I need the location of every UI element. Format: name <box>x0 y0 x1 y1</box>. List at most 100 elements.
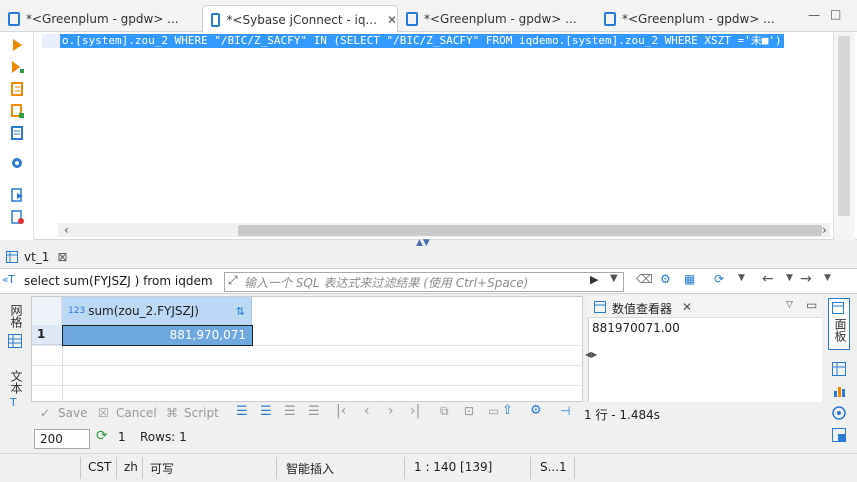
horizontal-scroll-thumb[interactable] <box>238 225 822 236</box>
back-dropdown-icon[interactable]: ▼ <box>786 273 793 283</box>
scroll-left-arrow-icon[interactable]: ‹ <box>64 223 69 237</box>
grid-panel-icon[interactable] <box>832 362 846 376</box>
locale-status: zh <box>124 460 138 474</box>
filter-refresh-icon[interactable]: ▦ <box>684 272 695 286</box>
table-cell[interactable]: 881,970,071 <box>62 325 253 346</box>
fetch-page-icon[interactable]: ⊡ <box>464 404 474 418</box>
results-tab[interactable]: vt_1 ⊠ <box>6 247 68 267</box>
editor-tab-sybase[interactable]: *<Sybase jConnect - iq... ✕ <box>202 5 398 33</box>
editor-tab-greenplum-3[interactable]: *<Greenplum - gpdw> ... <box>596 6 792 32</box>
cursor-position-status: 1 : 140 [139] <box>414 460 493 474</box>
explain-plan-icon[interactable] <box>10 126 24 140</box>
minimize-panel-icon[interactable]: ▭ <box>806 298 817 312</box>
maximize-button[interactable]: □ <box>830 7 841 21</box>
script-icon[interactable]: ⌘ <box>166 406 178 420</box>
settings-gear-icon[interactable] <box>832 406 846 420</box>
column-header[interactable]: 123 sum(zou_2.FYJSZJ) ⇅ <box>62 297 252 325</box>
grid-view-tab[interactable]: 网格 <box>8 304 23 328</box>
view-mode-tabs: 网格 文本 T <box>0 296 30 422</box>
editor-tab-greenplum-1[interactable]: *<Greenplum - gpdw> ... <box>0 6 200 32</box>
refresh-icon[interactable]: ⟳ <box>714 272 724 286</box>
sort-filter-icon[interactable]: ⇅ <box>236 305 245 318</box>
text-view-tab[interactable]: 文本 <box>8 370 23 394</box>
minimize-button[interactable]: — <box>808 8 820 22</box>
fetched-count: 1 <box>118 430 126 444</box>
filter-settings-icon[interactable]: ⚙ <box>660 272 671 286</box>
execute-statement-icon[interactable] <box>10 38 24 52</box>
settings-gear-icon[interactable] <box>10 156 24 170</box>
panel-icon <box>594 301 606 313</box>
script-button[interactable]: Script <box>184 406 219 420</box>
tab-label: *<Sybase jConnect - iq... <box>226 12 377 27</box>
grid-icon[interactable] <box>8 334 22 348</box>
expand-icon: ⤢ <box>228 273 238 287</box>
last-page-icon[interactable]: ›| <box>410 403 420 419</box>
scroll-right-arrow-icon[interactable]: › <box>822 223 827 237</box>
sql-editor[interactable]: o.[system].zou_2 WHERE "/BIC/Z_SACFY" IN… <box>0 32 857 240</box>
result-grid[interactable]: 123 sum(zou_2.FYJSZJ) ⇅ 1 881,970,071 <box>31 296 583 403</box>
panels-toggle-icon[interactable]: ⊣ <box>560 404 570 418</box>
value-viewer-title: 数值查看器 <box>612 302 673 316</box>
panel-icon <box>832 302 844 314</box>
selected-sql-text[interactable]: o.[system].zou_2 WHERE "/BIC/Z_SACFY" IN… <box>60 34 784 48</box>
results-tab-label: vt_1 <box>24 250 50 264</box>
sql-file-icon <box>8 12 20 26</box>
save-button[interactable]: Save <box>58 406 87 420</box>
tab-label: *<Greenplum - gpdw> ... <box>26 12 179 26</box>
panel-menu-icon[interactable]: ▽ <box>786 300 793 310</box>
row-number[interactable]: 1 <box>32 325 62 345</box>
edit-row-icon[interactable]: ☰ <box>236 404 248 419</box>
execute-in-new-tab-icon[interactable] <box>10 60 24 74</box>
close-icon[interactable]: ✕ <box>682 300 692 314</box>
sql-query-icon: «T <box>2 273 15 286</box>
tab-label: *<Greenplum - gpdw> ... <box>424 12 577 26</box>
filter-history-dropdown-icon[interactable]: ▼ <box>610 273 618 284</box>
fetch-all-icon[interactable]: ▭ <box>488 404 499 418</box>
copy-row-icon[interactable]: ☰ <box>284 404 296 419</box>
forward-dropdown-icon[interactable]: ▼ <box>824 273 831 283</box>
chart-panel-icon[interactable] <box>832 384 846 398</box>
first-page-icon[interactable]: |‹ <box>336 403 346 419</box>
value-viewer-header: 数值查看器 ✕ ▽ ▭ <box>588 296 822 318</box>
export-data-icon[interactable]: ⇧ <box>502 403 513 418</box>
editor-tab-greenplum-2[interactable]: *<Greenplum - gpdw> ... <box>398 6 594 32</box>
execute-script-new-tab-icon[interactable] <box>10 104 24 118</box>
refresh-icon[interactable]: ⟳ <box>96 428 108 444</box>
load-script-icon[interactable] <box>10 210 24 224</box>
clear-filter-icon[interactable]: ⌫ <box>636 272 653 286</box>
row-info-text: 1 行 - 1.484s <box>584 408 661 422</box>
sql-file-icon <box>406 12 418 26</box>
copy-icon[interactable]: ⧉ <box>440 404 449 419</box>
panels-tab-label: 面板 <box>833 318 847 342</box>
editor-action-gutter <box>0 32 34 240</box>
settings-gear-icon[interactable]: ⚙ <box>530 403 542 418</box>
delete-row-icon[interactable]: ☰ <box>308 404 320 419</box>
rows-count-label: Rows: 1 <box>140 430 187 444</box>
vertical-scroll-thumb[interactable] <box>838 36 850 216</box>
right-panel-strip: 面板 <box>826 296 852 448</box>
save-icon[interactable]: ✓ <box>40 406 50 420</box>
close-icon[interactable]: ✕ <box>387 13 397 27</box>
forward-arrow-icon[interactable]: → <box>800 271 812 287</box>
cancel-button[interactable]: Cancel <box>116 406 157 420</box>
text-view-icon[interactable]: T <box>10 396 17 409</box>
splitter-handle-icon[interactable]: ◀▶ <box>585 350 597 359</box>
execute-script-icon[interactable] <box>10 82 24 96</box>
add-row-icon[interactable]: ☰ <box>260 404 272 419</box>
fetch-bar: 200 ⟳ 1 Rows: 1 <box>0 426 826 450</box>
cancel-icon[interactable]: ☒ <box>98 406 109 420</box>
layout-panel-icon[interactable] <box>832 428 846 442</box>
apply-filter-icon[interactable]: ▶ <box>590 273 598 286</box>
refresh-dropdown-icon[interactable]: ▼ <box>738 273 745 283</box>
previous-page-icon[interactable]: ‹ <box>364 403 370 419</box>
back-arrow-icon[interactable]: ← <box>762 271 774 287</box>
close-icon[interactable]: ⊠ <box>57 250 67 264</box>
filter-placeholder: 输入一个 SQL 表达式来过滤结果 (使用 Ctrl+Space) <box>244 276 529 290</box>
cursor-line-highlight <box>42 34 60 48</box>
export-icon[interactable] <box>10 188 24 202</box>
sql-file-icon <box>604 12 616 26</box>
next-page-icon[interactable]: › <box>388 403 394 419</box>
tab-label: *<Greenplum - gpdw> ... <box>622 12 775 26</box>
fetch-size-input[interactable]: 200 <box>34 429 90 449</box>
editor-tab-bar: *<Greenplum - gpdw> ... *<Sybase jConnec… <box>0 0 857 33</box>
